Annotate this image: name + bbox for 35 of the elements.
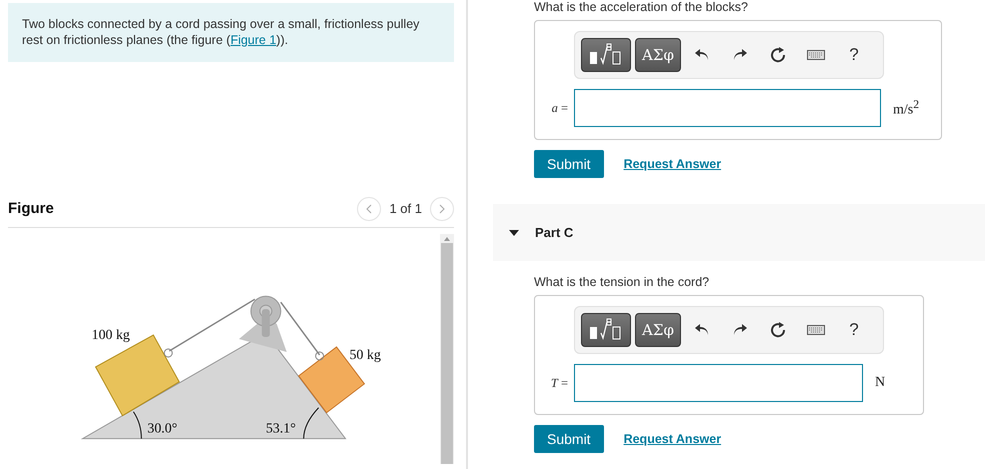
variable-label: a =: [550, 100, 569, 116]
request-answer-link[interactable]: Request Answer: [624, 432, 722, 446]
variable-label: T =: [550, 376, 569, 390]
undo-icon: [694, 49, 709, 61]
help-button[interactable]: ?: [836, 313, 871, 347]
submit-button[interactable]: Submit: [534, 425, 604, 453]
figure-title: Figure: [8, 200, 55, 217]
unit-label: m/s$^{2}$: [892, 98, 920, 118]
scroll-up-icon: [444, 237, 450, 241]
problem-statement: Two blocks connected by a cord passing over a small, frictionless pulley rest on frictionless planes (the figure (Figure 1)).: [8, 3, 454, 62]
chevron-right-icon: [439, 204, 445, 214]
reset-icon: [770, 47, 786, 63]
undo-icon: [694, 324, 709, 336]
figure-link[interactable]: Figure 1: [230, 33, 276, 47]
templates-button[interactable]: [581, 38, 631, 72]
submit-button[interactable]: Submit: [534, 150, 604, 178]
answer-field[interactable]: [574, 364, 863, 402]
help-button[interactable]: ?: [836, 38, 871, 72]
picture: 100 kg 50 kg 30.0° 53.1°: [8, 234, 436, 463]
unit-label: N: [874, 375, 886, 391]
chevron-left-icon: [366, 204, 372, 214]
question-text: What is the acceleration of the blocks?: [534, 0, 750, 14]
symbols-button[interactable]: ΑΣφ: [635, 313, 681, 347]
symbols-button[interactable]: ΑΣφ: [635, 38, 681, 72]
redo-icon: [732, 324, 747, 336]
redo-icon: [732, 49, 747, 61]
answer-field[interactable]: [574, 89, 881, 127]
keyboard-icon: [806, 325, 825, 335]
keyboard-icon: [806, 50, 825, 60]
part-header[interactable]: Part C: [493, 204, 985, 261]
templates-button[interactable]: [581, 313, 631, 347]
question-text: What is the tension in the cord?: [534, 275, 710, 289]
page-counter: 1 of 1: [389, 201, 422, 216]
reset-icon: [770, 322, 786, 338]
request-answer-link[interactable]: Request Answer: [624, 157, 722, 171]
